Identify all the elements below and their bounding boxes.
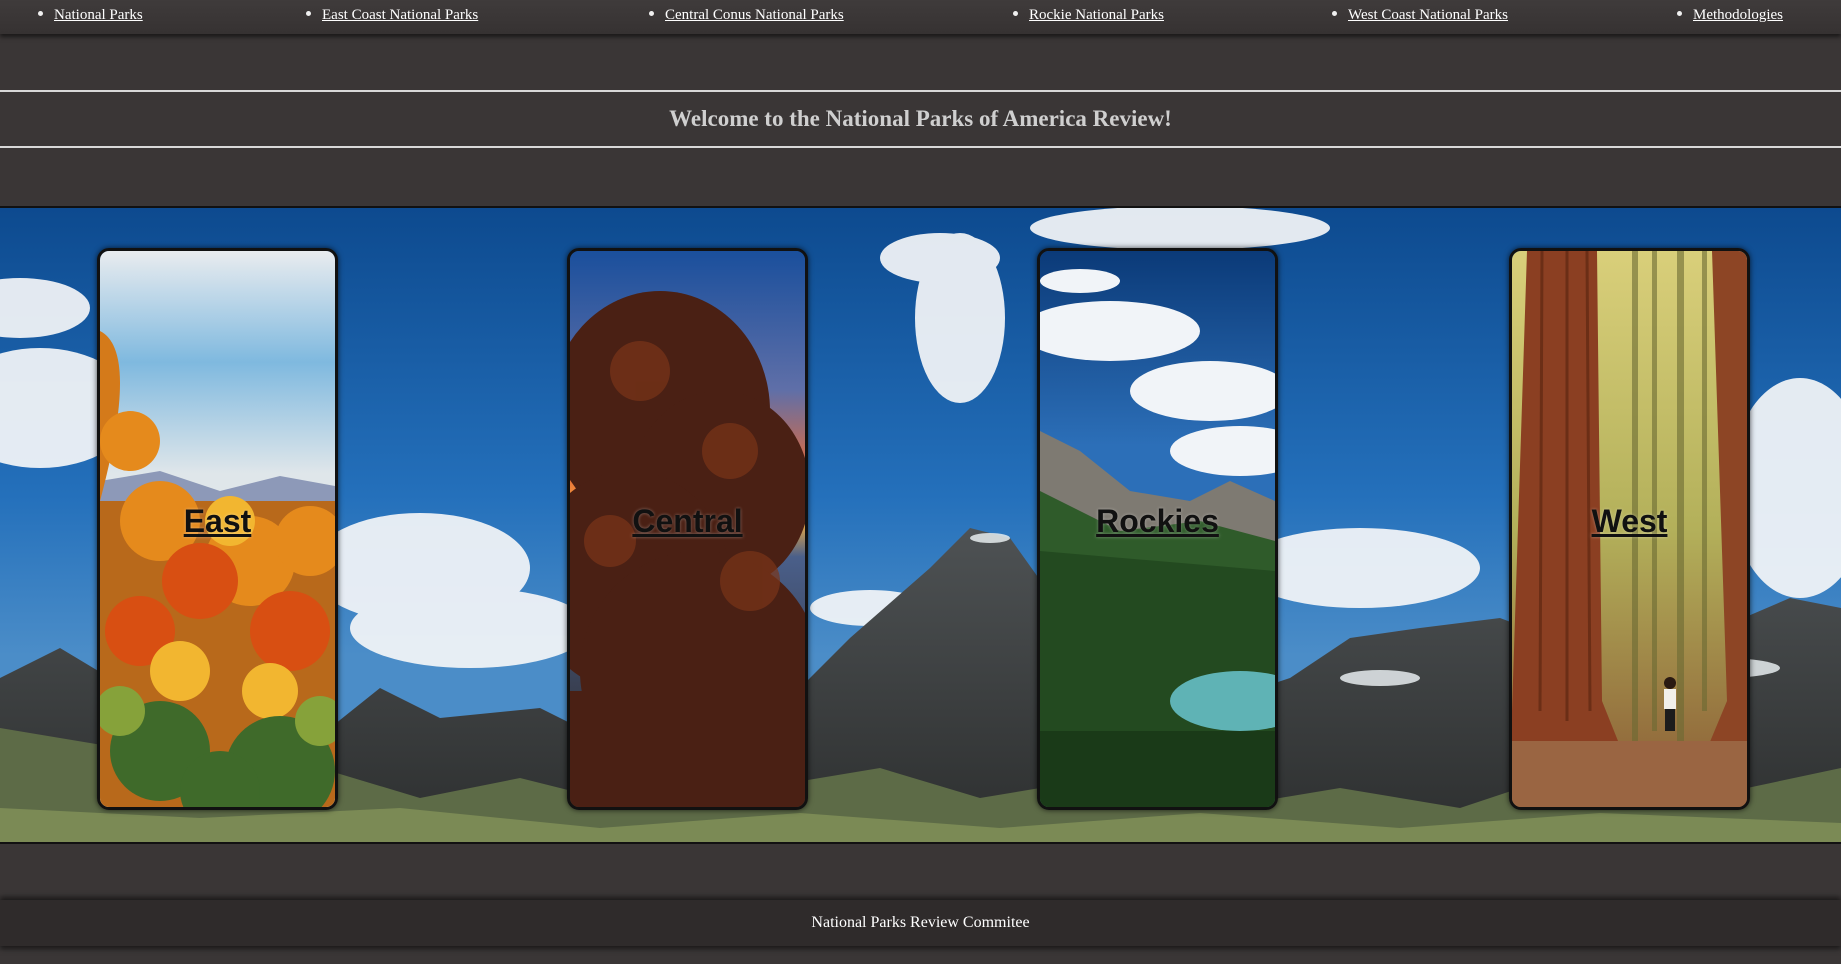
region-link-rockies[interactable]: Rockies	[1040, 503, 1275, 540]
region-card-rockies[interactable]: Rockies	[1037, 248, 1278, 810]
nav-item-rockies: Rockie National Parks	[1013, 7, 1164, 24]
nav-item-east-coast: East Coast National Parks	[306, 7, 478, 24]
region-card-east[interactable]: East	[97, 248, 338, 810]
footer: National Parks Review Commitee	[0, 900, 1841, 946]
nav-list: National Parks East Coast National Parks…	[0, 0, 1841, 34]
nav-item-central: Central Conus National Parks	[649, 7, 844, 24]
nav-item-west-coast: West Coast National Parks	[1332, 7, 1508, 24]
region-card-west[interactable]: West	[1509, 248, 1750, 810]
nav-link-methodologies[interactable]: Methodologies	[1693, 7, 1783, 23]
nav-link-west-coast[interactable]: West Coast National Parks	[1348, 7, 1508, 23]
region-link-central[interactable]: Central	[570, 503, 805, 540]
page-title: Welcome to the National Parks of America…	[669, 106, 1172, 131]
region-card-central[interactable]: Central	[567, 248, 808, 810]
footer-text: National Parks Review Commitee	[811, 914, 1030, 931]
nav-link-east-coast[interactable]: East Coast National Parks	[322, 7, 478, 23]
welcome-banner: Welcome to the National Parks of America…	[0, 90, 1841, 148]
hero-panorama: East Central Rockies West	[0, 206, 1841, 844]
nav-link-rockies[interactable]: Rockie National Parks	[1029, 7, 1164, 23]
region-link-east[interactable]: East	[100, 503, 335, 540]
top-nav: National Parks East Coast National Parks…	[0, 0, 1841, 34]
nav-link-national-parks[interactable]: National Parks	[54, 7, 143, 23]
nav-item-national-parks: National Parks	[38, 7, 143, 24]
region-link-west[interactable]: West	[1512, 503, 1747, 540]
nav-link-central[interactable]: Central Conus National Parks	[665, 7, 844, 23]
nav-item-methodologies: Methodologies	[1677, 7, 1783, 24]
